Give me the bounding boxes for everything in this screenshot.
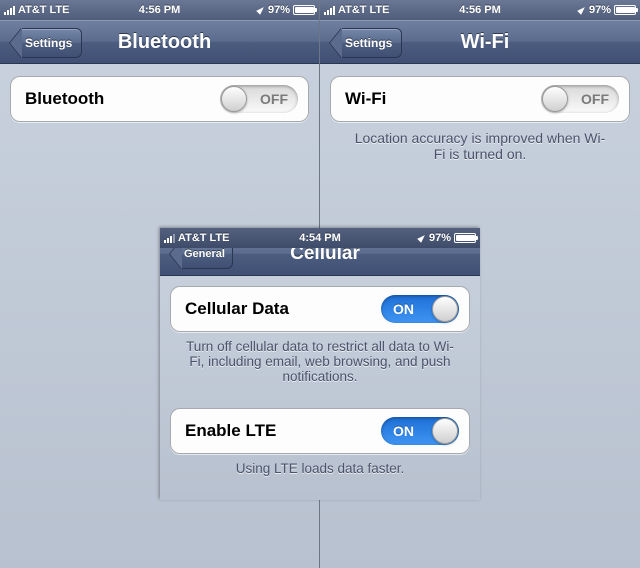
page-title: Cellular — [290, 248, 360, 265]
chevron-left-icon — [10, 28, 22, 58]
bluetooth-label: Bluetooth — [25, 89, 220, 109]
bluetooth-row: Bluetooth OFF — [10, 76, 309, 122]
nav-bar: General Cellular — [160, 248, 480, 276]
carrier-label: AT&T — [338, 4, 367, 16]
chevron-left-icon — [330, 28, 342, 58]
location-icon — [256, 5, 266, 15]
status-time: 4:54 PM — [299, 232, 341, 244]
back-button[interactable]: Settings — [326, 28, 412, 58]
chevron-left-icon — [170, 248, 182, 269]
toggle-state-label: ON — [393, 423, 414, 439]
back-button[interactable]: General — [166, 248, 243, 269]
page-title: Bluetooth — [118, 31, 211, 54]
battery-icon — [454, 233, 476, 243]
nav-bar: Settings Wi-Fi — [320, 20, 640, 64]
back-button-label: General — [182, 248, 233, 269]
cellular-screen: AT&T LTE 4:54 PM 97% General Cellular Ce… — [160, 228, 480, 500]
status-bar: AT&T LTE 4:54 PM 97% — [160, 228, 480, 248]
wifi-footer-text: Location accuracy is improved when Wi-Fi… — [330, 122, 630, 162]
bluetooth-toggle[interactable]: OFF — [220, 85, 298, 113]
cellular-data-toggle[interactable]: ON — [381, 295, 459, 323]
network-label: LTE — [370, 4, 390, 16]
status-time: 4:56 PM — [459, 4, 501, 16]
wifi-row: Wi-Fi OFF — [330, 76, 630, 122]
signal-bars-icon — [324, 6, 335, 15]
toggle-state-label: ON — [393, 301, 414, 317]
page-title: Wi-Fi — [461, 31, 510, 54]
toggle-knob — [221, 86, 247, 112]
cellular-data-footer: Turn off cellular data to restrict all d… — [170, 332, 470, 394]
battery-icon — [614, 5, 636, 15]
network-label: LTE — [50, 4, 70, 16]
battery-percent: 97% — [268, 4, 290, 16]
toggle-state-label: OFF — [260, 91, 288, 107]
location-icon — [417, 233, 427, 243]
wifi-label: Wi-Fi — [345, 89, 541, 109]
enable-lte-label: Enable LTE — [185, 421, 381, 441]
signal-bars-icon — [164, 234, 175, 243]
status-bar: AT&T LTE 4:56 PM 97% — [320, 0, 640, 20]
status-bar: AT&T LTE 4:56 PM 97% — [0, 0, 319, 20]
battery-icon — [293, 5, 315, 15]
nav-bar: Settings Bluetooth — [0, 20, 319, 64]
toggle-knob — [432, 296, 458, 322]
enable-lte-footer: Using LTE loads data faster. — [170, 454, 470, 486]
back-button-label: Settings — [342, 28, 402, 58]
back-button-label: Settings — [22, 28, 82, 58]
carrier-label: AT&T — [18, 4, 47, 16]
wifi-toggle[interactable]: OFF — [541, 85, 619, 113]
battery-percent: 97% — [589, 4, 611, 16]
cellular-data-label: Cellular Data — [185, 299, 381, 319]
battery-percent: 97% — [429, 232, 451, 244]
back-button[interactable]: Settings — [6, 28, 92, 58]
toggle-state-label: OFF — [581, 91, 609, 107]
enable-lte-row: Enable LTE ON — [170, 408, 470, 454]
cellular-data-row: Cellular Data ON — [170, 286, 470, 332]
carrier-label: AT&T — [178, 232, 207, 244]
toggle-knob — [542, 86, 568, 112]
location-icon — [577, 5, 587, 15]
toggle-knob — [432, 418, 458, 444]
status-time: 4:56 PM — [139, 4, 181, 16]
network-label: LTE — [210, 232, 230, 244]
signal-bars-icon — [4, 6, 15, 15]
enable-lte-toggle[interactable]: ON — [381, 417, 459, 445]
